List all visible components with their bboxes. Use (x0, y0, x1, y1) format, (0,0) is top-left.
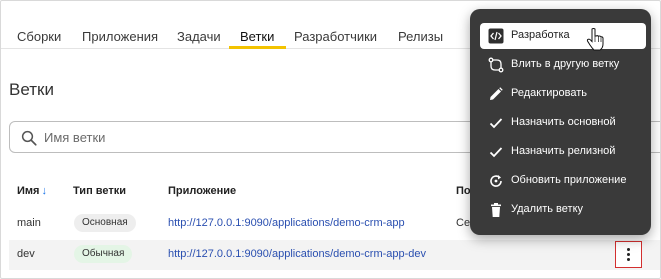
menu-item-label: Разработка (511, 29, 570, 41)
page-title: Ветки (9, 80, 54, 99)
branch-context-menu: Разработка Влить в другую ветку Редактир… (470, 9, 651, 235)
row-extra-text: Се (456, 217, 471, 229)
tab-tasks[interactable]: Задачи (177, 29, 221, 44)
menu-item-merge[interactable]: Влить в другую ветку (480, 52, 646, 78)
row-actions-button[interactable] (615, 241, 642, 268)
trash-icon (491, 203, 501, 217)
search-icon (21, 130, 37, 146)
app-frame: Сборки Приложения Задачи Ветки Разработч… (0, 0, 661, 279)
tab-branches[interactable]: Ветки (240, 29, 274, 44)
menu-item-label: Назначить релизной (511, 145, 616, 157)
menu-item-label: Назначить основной (511, 116, 616, 128)
table-row[interactable]: dev Обычная http://127.0.0.1:9090/applic… (9, 240, 660, 270)
search-input[interactable] (44, 128, 444, 146)
code-icon (488, 28, 504, 44)
pencil-icon (490, 87, 503, 100)
kebab-dot (627, 258, 630, 261)
kebab-dot (627, 253, 630, 256)
column-header-name[interactable]: Имя ↓ (17, 185, 47, 197)
menu-item-label: Обновить приложение (511, 174, 627, 186)
menu-item-delete[interactable]: Удалить ветку (480, 197, 646, 223)
branch-type-badge: Основная (74, 214, 136, 232)
branch-name: main (17, 217, 41, 229)
menu-item-set-release[interactable]: Назначить релизной (480, 139, 646, 165)
tab-developers[interactable]: Разработчики (294, 29, 377, 44)
column-header-name-label: Имя (17, 185, 40, 197)
merge-icon (488, 57, 504, 73)
column-header-type[interactable]: Тип ветки (73, 185, 126, 197)
check-icon (489, 147, 503, 158)
menu-item-set-main[interactable]: Назначить основной (480, 110, 646, 136)
menu-item-develop[interactable]: Разработка (480, 23, 646, 49)
active-tab-indicator (229, 46, 286, 49)
menu-item-label: Редактировать (511, 87, 587, 99)
menu-item-label: Удалить ветку (511, 203, 583, 215)
menu-item-label: Влить в другую ветку (511, 58, 620, 70)
sort-arrow-icon: ↓ (41, 185, 47, 197)
application-link[interactable]: http://127.0.0.1:9090/applications/demo-… (168, 217, 405, 229)
tab-releases[interactable]: Релизы (398, 29, 443, 44)
tab-builds[interactable]: Сборки (17, 29, 61, 44)
branch-name: dev (17, 248, 35, 260)
tab-applications[interactable]: Приложения (82, 29, 158, 44)
branch-type-badge: Обычная (74, 245, 133, 263)
column-header-extra[interactable]: По (456, 185, 471, 197)
menu-item-edit[interactable]: Редактировать (480, 81, 646, 107)
kebab-dot (627, 248, 630, 251)
application-link[interactable]: http://127.0.0.1:9090/applications/demo-… (168, 248, 426, 260)
column-header-app[interactable]: Приложение (168, 185, 236, 197)
refresh-icon (490, 175, 502, 187)
check-icon (489, 118, 503, 129)
menu-item-update-app[interactable]: Обновить приложение (480, 168, 646, 194)
